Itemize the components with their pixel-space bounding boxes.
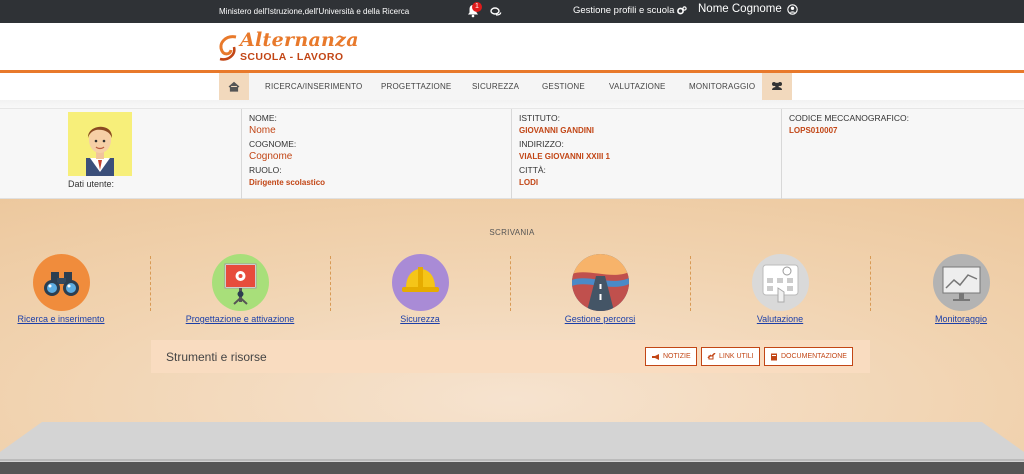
monitor-chart-icon xyxy=(932,254,990,311)
presentation-icon xyxy=(211,254,269,311)
tile-label[interactable]: Monitoraggio xyxy=(876,314,1024,324)
citta-label: CITTÀ: xyxy=(519,165,546,175)
logo-band: Alternanza SCUOLA - LAVORO xyxy=(0,23,1024,70)
notification-badge: 1 xyxy=(472,2,482,12)
separator xyxy=(241,109,242,200)
chat-icon[interactable] xyxy=(490,6,502,18)
ruolo-value: Dirigente scolastico xyxy=(249,178,326,187)
tile-label[interactable]: Valutazione xyxy=(695,314,865,324)
tile-label[interactable]: Gestione percorsi xyxy=(515,314,685,324)
nav-ricerca-inserimento[interactable]: RICERCA/INSERIMENTO xyxy=(265,73,362,100)
user-circle-icon xyxy=(786,3,798,15)
tile-ricerca-inserimento[interactable]: Ricerca e inserimento xyxy=(0,254,146,324)
codice-label: CODICE MECCANOGRAFICO: xyxy=(789,113,909,123)
link-utili-button[interactable]: LINK UTILI xyxy=(701,347,760,366)
nav-gestione[interactable]: GESTIONE xyxy=(542,73,585,100)
tile-progettazione-attivazione[interactable]: Progettazione e attivazione xyxy=(155,254,325,324)
notizie-button[interactable]: NOTIZIE xyxy=(645,347,697,366)
tile-divider xyxy=(690,256,691,311)
separator xyxy=(511,109,512,200)
citta-value: LODI xyxy=(519,178,539,187)
profiles-label: Gestione profili e scuola xyxy=(573,5,675,16)
user-info-panel: Dati utente: NOME: Nome COGNOME: Cognome… xyxy=(0,108,1024,200)
logo-swirl-icon xyxy=(219,35,237,61)
book-icon xyxy=(771,353,777,360)
cognome-value: Cognome xyxy=(249,151,293,162)
nav-valutazione[interactable]: VALUTAZIONE xyxy=(609,73,666,100)
nav-monitoraggio[interactable]: MONITORAGGIO xyxy=(689,73,755,100)
indirizzo-label: INDIRIZZO: xyxy=(519,139,564,149)
ministry-title: Ministero dell'Istruzione,dell'Universit… xyxy=(219,7,410,16)
istituto-label: ISTITUTO: xyxy=(519,113,560,123)
documentazione-label: DOCUMENTAZIONE xyxy=(781,353,847,360)
notizie-label: NOTIZIE xyxy=(663,353,691,360)
tile-label[interactable]: Progettazione e attivazione xyxy=(155,314,325,324)
touchscreen-icon xyxy=(751,254,809,311)
home-icon xyxy=(228,81,240,92)
user-menu[interactable]: Nome Cognome xyxy=(698,3,798,15)
codice-value: LOPS010007 xyxy=(789,126,838,135)
documentazione-button[interactable]: DOCUMENTAZIONE xyxy=(764,347,853,366)
nome-label: NOME: xyxy=(249,113,277,123)
logo-text-main: Alternanza xyxy=(240,29,359,51)
indirizzo-value: VIALE GIOVANNI XXIII 1 xyxy=(519,152,610,161)
nav-home[interactable] xyxy=(219,73,249,100)
avatar xyxy=(68,112,132,176)
logo-text-sub: SCUOLA - LAVORO xyxy=(240,51,344,63)
main-nav: RICERCA/INSERIMENTO PROGETTAZIONE SICURE… xyxy=(0,73,1024,100)
hardhat-icon xyxy=(391,254,449,311)
separator xyxy=(781,109,782,200)
tile-gestione-percorsi[interactable]: Gestione percorsi xyxy=(515,254,685,324)
tile-sicurezza[interactable]: Sicurezza xyxy=(335,254,505,324)
istituto-value: GIOVANNI GANDINI xyxy=(519,126,594,135)
users-icon xyxy=(772,82,782,90)
top-bar: Ministero dell'Istruzione,dell'Universit… xyxy=(0,0,1024,23)
link-icon xyxy=(707,352,716,359)
link-utili-label: LINK UTILI xyxy=(719,353,754,360)
user-avatar-icon xyxy=(86,126,114,176)
megaphone-icon xyxy=(652,353,659,360)
cogs-icon xyxy=(677,6,688,15)
ruolo-label: RUOLO: xyxy=(249,165,282,175)
user-name: Nome Cognome xyxy=(698,3,782,15)
dati-utente-label: Dati utente: xyxy=(68,179,115,189)
tile-divider xyxy=(510,256,511,311)
cognome-label: COGNOME: xyxy=(249,139,297,149)
tile-label[interactable]: Sicurezza xyxy=(335,314,505,324)
scrivania-title: SCRIVANIA xyxy=(489,228,535,237)
tools-panel: Strumenti e risorse NOTIZIE LINK UTILI D… xyxy=(151,340,870,373)
binoculars-icon xyxy=(32,254,90,311)
road-icon xyxy=(571,254,629,311)
tile-divider xyxy=(150,256,151,311)
nav-users[interactable] xyxy=(762,73,792,100)
desk-surface xyxy=(0,422,1024,474)
nome-value: Nome xyxy=(249,125,276,136)
tools-title: Strumenti e risorse xyxy=(166,350,267,364)
tile-label[interactable]: Ricerca e inserimento xyxy=(0,314,146,324)
nav-sicurezza[interactable]: SICUREZZA xyxy=(472,73,519,100)
tile-divider xyxy=(870,256,871,311)
profiles-link[interactable]: Gestione profili e scuola xyxy=(573,5,688,16)
tile-monitoraggio[interactable]: Monitoraggio xyxy=(876,254,1024,324)
tile-valutazione[interactable]: Valutazione xyxy=(695,254,865,324)
logo[interactable]: Alternanza SCUOLA - LAVORO xyxy=(216,29,359,65)
nav-progettazione[interactable]: PROGETTAZIONE xyxy=(381,73,451,100)
tile-divider xyxy=(330,256,331,311)
